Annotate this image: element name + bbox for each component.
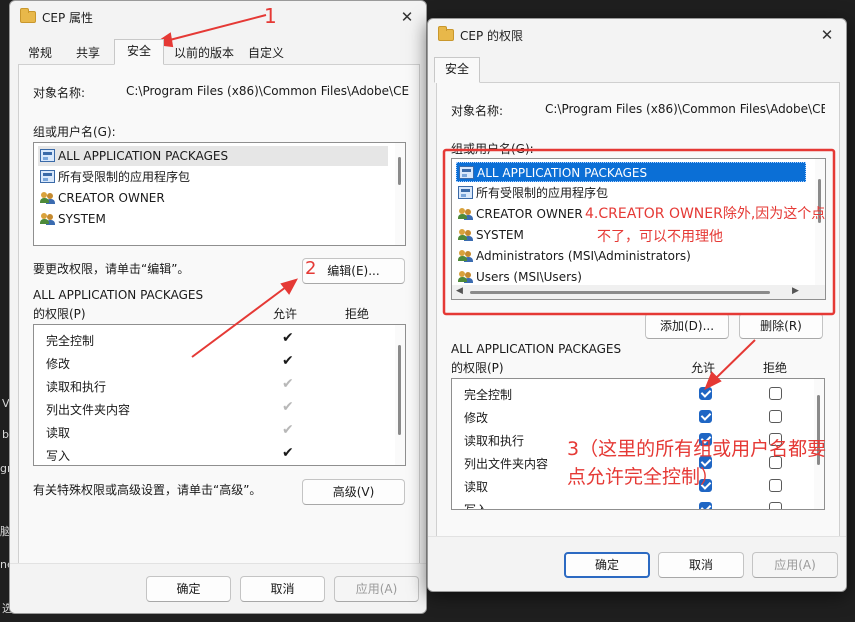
annotation-step-4-line-2: 不了，可以不用理他 (597, 229, 723, 245)
annotation-step-1: 1 (264, 4, 277, 28)
annotation-arrowhead-2 (280, 278, 299, 295)
annotation-arrow-2 (191, 283, 291, 358)
annotation-step-4-line-1: 4.CREATOR OWNER除外,因为这个点 (585, 206, 826, 222)
annotation-step-3-line-1: 3（这里的所有组或用户名都要 (567, 438, 827, 460)
annotation-step-2: 2 (305, 258, 317, 279)
tab-security[interactable]: 安全 (114, 39, 164, 65)
annotation-overlay (152, 14, 836, 391)
annotation-arrow-1 (161, 14, 267, 43)
annotation-step-3-line-2: 点允许完全控制） (567, 466, 720, 488)
tab-security[interactable]: 安全 (434, 57, 480, 83)
annotation-arrow-3 (711, 339, 756, 383)
